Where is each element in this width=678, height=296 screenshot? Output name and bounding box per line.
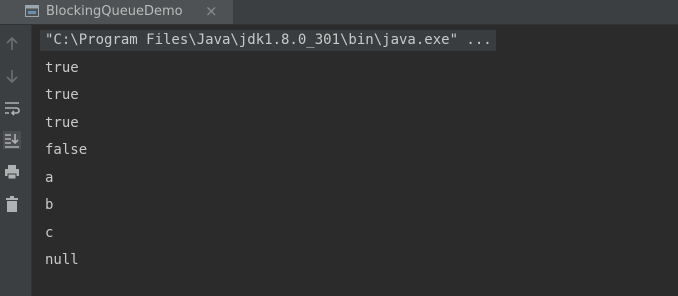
run-console-icon [25,5,39,17]
down-arrow-icon[interactable] [3,67,21,85]
tab-title: BlockingQueueDemo [46,4,183,19]
output-line: b [45,197,54,213]
up-arrow-icon[interactable] [3,35,21,53]
output-line: true [45,60,79,76]
print-icon[interactable] [3,163,21,181]
close-icon[interactable]: × [205,3,218,19]
output-line: c [45,225,54,241]
console-toolbar [0,25,32,296]
command-line: "C:\Program Files\Java\jdk1.8.0_301\bin\… [40,30,496,51]
output-line: true [45,87,79,103]
tab-blocking-queue-demo[interactable]: BlockingQueueDemo × [0,0,233,24]
output-line: a [45,170,54,186]
soft-wrap-icon[interactable] [3,99,21,117]
output-line: null [45,252,79,268]
console-output-area[interactable] [32,25,678,296]
run-tab-bar: BlockingQueueDemo × [0,0,678,25]
output-line: false [45,142,88,158]
output-line: true [45,115,79,131]
scroll-to-end-icon[interactable] [3,131,21,149]
trash-icon[interactable] [3,195,21,213]
